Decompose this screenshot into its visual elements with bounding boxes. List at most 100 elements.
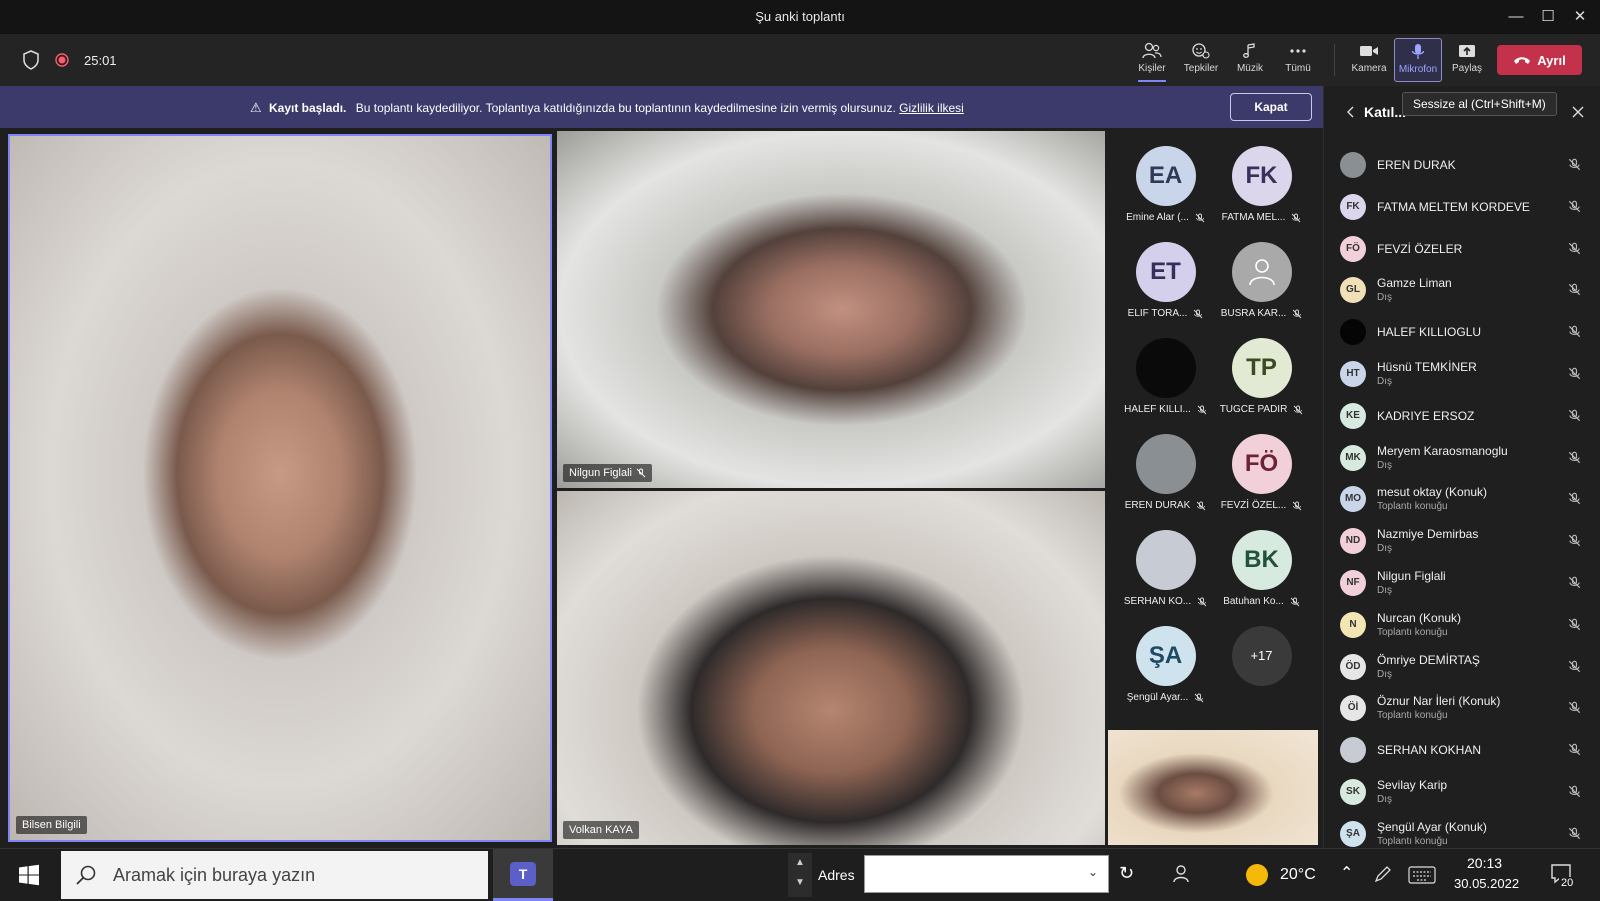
video-tile-bottom[interactable]: Volkan KAYA — [557, 491, 1105, 845]
participant-avatar: GL — [1340, 277, 1366, 304]
participant-name-tag: Bilsen Bilgili — [16, 816, 87, 834]
participant-role: Dış — [1377, 543, 1392, 555]
leave-button[interactable]: Ayrıl — [1497, 45, 1582, 75]
gallery-tile[interactable]: BK Batuhan Ko... — [1214, 524, 1309, 619]
gallery-tile[interactable]: FÖ FEVZİ ÖZEL... — [1214, 428, 1309, 523]
privacy-policy-link[interactable]: Gizlilik ilkesi — [899, 101, 964, 115]
gallery-tile[interactable]: +17 — [1214, 620, 1309, 715]
refresh-icon[interactable]: ↻ — [1119, 863, 1134, 884]
participant-row[interactable]: KE KADRIYE ERSOZ — [1324, 395, 1600, 435]
gallery-tile[interactable]: EREN DURAK — [1118, 428, 1213, 523]
mute-tooltip: Sessize al (Ctrl+Shift+M) — [1402, 92, 1557, 116]
participant-row[interactable]: MO mesut oktay (Konuk) Toplantı konuğu — [1324, 478, 1600, 518]
weather-temperature[interactable]: 20°C — [1280, 866, 1316, 884]
music-button[interactable]: Müzik — [1226, 38, 1274, 82]
windows-start-icon[interactable] — [18, 864, 40, 886]
taskbar-search[interactable]: Aramak için buraya yazın — [61, 851, 488, 899]
people-button[interactable]: Kişiler — [1128, 38, 1176, 82]
participant-name: Batuhan Ko... — [1223, 596, 1284, 607]
reactions-button[interactable]: Tepkiler — [1177, 38, 1225, 82]
address-input[interactable]: ⌄ — [864, 855, 1109, 893]
participant-role: Toplantı konuğu — [1377, 710, 1448, 722]
gallery-tile[interactable]: EA Emine Alar (... — [1118, 140, 1213, 235]
pen-icon[interactable] — [1373, 864, 1393, 884]
gallery-tile[interactable]: BUSRA KAR... — [1214, 236, 1309, 331]
title-bar: Şu anki toplantı — ☐ ✕ — [0, 0, 1600, 34]
participant-name: Sevilay Karip — [1377, 778, 1448, 792]
participant-row[interactable]: HALEF KILLIOGLU — [1324, 311, 1600, 351]
teams-taskbar-button[interactable]: T — [493, 849, 553, 901]
participant-avatar: FÖ — [1340, 235, 1366, 262]
participant-row[interactable]: ŞA Şengül Ayar (Konuk) Toplantı konuğu — [1324, 813, 1600, 853]
participant-row[interactable]: SK Sevilay Karip Dış — [1324, 771, 1600, 811]
close-banner-button[interactable]: Kapat — [1230, 93, 1312, 121]
participant-row[interactable]: N Nurcan (Konuk) Toplantı konuğu — [1324, 604, 1600, 644]
self-video-preview[interactable] — [1108, 730, 1318, 845]
participant-row[interactable]: SERHAN KOKHAN — [1324, 729, 1600, 769]
microphone-label: Mikrofon — [1398, 64, 1438, 75]
participant-row[interactable]: ÖD Ömriye DEMİRTAŞ Dış — [1324, 646, 1600, 686]
camera-icon — [1360, 46, 1378, 56]
participant-row[interactable]: FK FATMA MELTEM KORDEVE — [1324, 186, 1600, 226]
chevron-up-icon[interactable]: ⌃ — [1340, 863, 1353, 883]
gallery-tile[interactable]: ŞA Şengül Ayar... — [1118, 620, 1213, 715]
participant-name: Hüsnü TEMKİNER — [1377, 360, 1477, 374]
more-label: Tümü — [1285, 63, 1311, 74]
participant-name-tag: Volkan KAYA — [563, 821, 639, 839]
gallery-tile-label: Şengül Ayar... — [1118, 692, 1213, 703]
participant-role: Dış — [1377, 292, 1392, 304]
share-button[interactable]: Paylaş — [1443, 38, 1491, 82]
address-dropdown-icon[interactable]: ⌄ — [1088, 865, 1098, 879]
participant-avatar: EA — [1135, 146, 1196, 206]
participant-avatar: BK — [1231, 530, 1292, 590]
close-panel-icon[interactable] — [1572, 106, 1584, 118]
mic-off-icon — [1568, 409, 1581, 421]
participant-row[interactable]: MK Meryem Karaosmanoglu Dış — [1324, 437, 1600, 477]
participant-row[interactable]: GL Gamze Liman Dış — [1324, 269, 1600, 309]
keyboard-icon[interactable] — [1408, 866, 1436, 884]
toolbar-scroll-arrows[interactable]: ▲ ▼ — [788, 853, 812, 897]
clock-time[interactable]: 20:13 — [1467, 855, 1502, 871]
participant-row[interactable]: Öİ Öznur Nar İleri (Konuk) Toplantı konuğu — [1324, 687, 1600, 727]
reactions-icon — [1192, 43, 1210, 59]
recording-notice-text: Bu toplantı kaydediliyor. Toplantıya kat… — [355, 101, 896, 115]
mic-off-icon — [1568, 618, 1581, 630]
video-tile-main[interactable]: Bilsen Bilgili — [8, 134, 552, 842]
chevron-left-icon[interactable] — [1346, 106, 1356, 118]
participant-avatar: ŞA — [1340, 820, 1366, 847]
microphone-button[interactable]: Mikrofon — [1394, 38, 1442, 82]
close-window-button[interactable]: ✕ — [1560, 4, 1600, 30]
participant-row[interactable]: NF Nilgun Figlali Dış — [1324, 562, 1600, 602]
more-button[interactable]: Tümü — [1274, 38, 1322, 82]
participant-row[interactable]: HT Hüsnü TEMKİNER Dış — [1324, 353, 1600, 393]
people-tray-icon[interactable] — [1172, 863, 1194, 885]
participant-row[interactable]: ND Nazmiye Demirbas Dış — [1324, 520, 1600, 560]
gallery-tile-label: FEVZİ ÖZEL... — [1214, 500, 1309, 511]
video-tile-top[interactable]: Nilgun Figlali — [557, 131, 1105, 488]
participant-mic-status — [1568, 200, 1581, 218]
gallery-tile[interactable]: SERHAN KO... — [1118, 524, 1213, 619]
participant-name: Ömriye DEMİRTAŞ — [1377, 652, 1480, 667]
gallery-tile-label: Batuhan Ko... — [1214, 596, 1309, 607]
participant-mic-status — [1568, 701, 1581, 719]
mic-off-icon — [1568, 325, 1581, 338]
participant-avatar — [1340, 152, 1366, 178]
mic-off-icon — [1568, 493, 1581, 505]
more-icon — [1290, 49, 1306, 53]
gallery-tile[interactable]: FK FATMA MEL... — [1214, 140, 1309, 235]
camera-button[interactable]: Kamera — [1345, 38, 1393, 82]
clock-date[interactable]: 30.05.2022 — [1454, 876, 1519, 891]
participant-name: SERHAN KO... — [1123, 596, 1192, 607]
participant-name: Gamze Liman — [1377, 276, 1452, 291]
participant-name: ELIF TORA... — [1127, 308, 1188, 319]
participant-avatar: ET — [1135, 242, 1196, 302]
gallery-tile[interactable]: HALEF KILLI... — [1118, 332, 1213, 427]
music-label: Müzik — [1236, 63, 1264, 74]
mic-off-icon — [1568, 660, 1581, 672]
participant-row[interactable]: EREN DURAK — [1324, 144, 1600, 184]
participant-name: Nilgun Figlali — [1377, 569, 1446, 583]
gallery-tile[interactable]: TP TUGCE PADIR — [1214, 332, 1309, 427]
participant-row[interactable]: FÖ FEVZİ ÖZELER — [1324, 228, 1600, 268]
gallery-tile[interactable]: ET ELIF TORA... — [1118, 236, 1213, 331]
gallery-tile-label: BUSRA KAR... — [1214, 308, 1309, 319]
